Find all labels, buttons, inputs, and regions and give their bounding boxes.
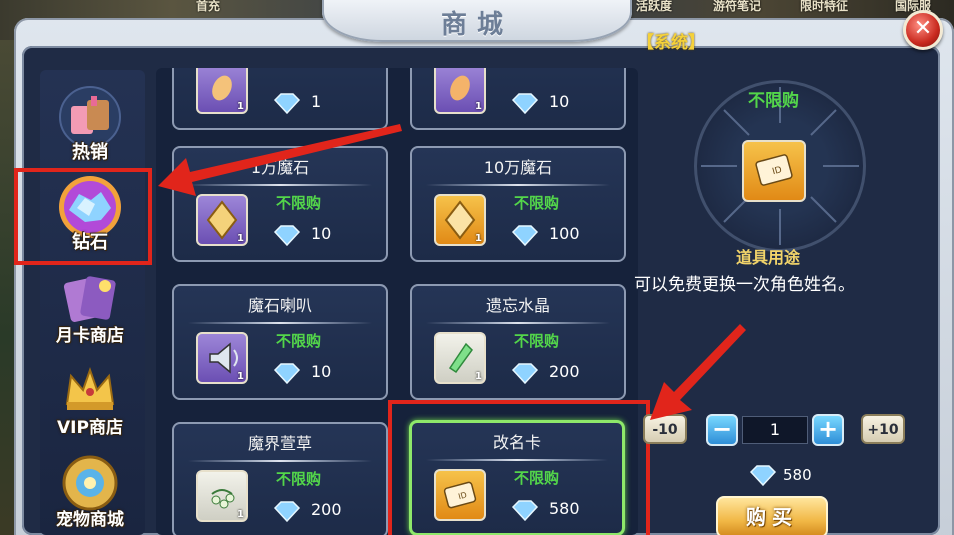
annotation-arrows [158,124,746,420]
arrow-to-diamond-tab [158,124,402,196]
arrow-to-rename-card [650,324,746,420]
